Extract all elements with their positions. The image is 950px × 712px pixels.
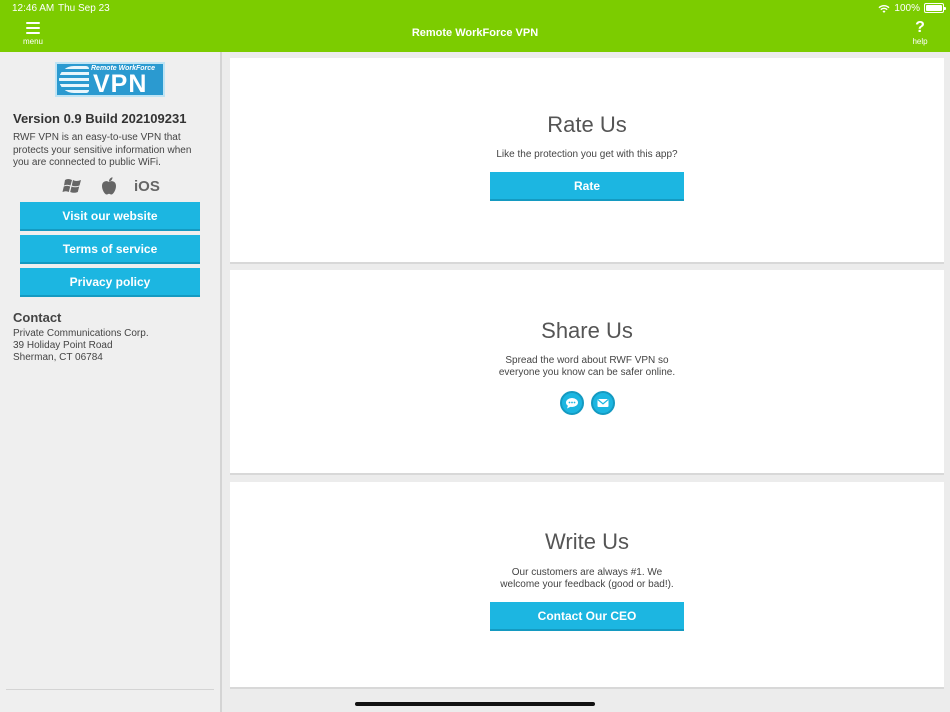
- write-us-title: Write Us: [545, 529, 629, 554]
- rate-us-card: Rate Us Like the protection you get with…: [230, 58, 944, 264]
- privacy-policy-button[interactable]: Privacy policy: [20, 268, 200, 297]
- sidebar: Remote WorkForce VPN Version 0.9 Build 2…: [0, 52, 222, 712]
- contact-ceo-button[interactable]: Contact Our CEO: [490, 602, 684, 631]
- windows-icon: [62, 179, 81, 193]
- write-us-text-line1: Our customers are always #1. We: [511, 567, 663, 578]
- app-description: RWF VPN is an easy-to-use VPN that prote…: [13, 132, 192, 168]
- visit-website-button[interactable]: Visit our website: [20, 202, 200, 231]
- status-right: 100%: [878, 3, 920, 14]
- message-share-button[interactable]: [559, 391, 584, 415]
- message-icon: [565, 398, 578, 409]
- logo-main-text: VPN: [93, 70, 148, 98]
- mail-icon: [596, 399, 609, 407]
- share-us-card: Share Us Spread the word about RWF VPN s…: [230, 270, 944, 475]
- share-us-title: Share Us: [541, 318, 633, 343]
- app-logo: Remote WorkForce VPN: [55, 62, 165, 98]
- terms-of-service-button[interactable]: Terms of service: [20, 235, 200, 264]
- contact-company: Private Communications Corp.: [13, 328, 149, 339]
- rate-us-text: Like the protection you get with this ap…: [496, 149, 678, 160]
- wifi-icon: [878, 4, 890, 13]
- rate-button[interactable]: Rate: [490, 172, 684, 201]
- help-label: help: [912, 37, 928, 46]
- share-us-text-line2: everyone you know can be safer online.: [498, 367, 676, 378]
- share-us-text-line1: Spread the word about RWF VPN so: [505, 355, 669, 366]
- status-bar: 12:46 AM Thu Sep 23 100%: [0, 0, 950, 16]
- share-icons: [230, 391, 944, 415]
- version-text: Version 0.9 Build 202109231: [13, 111, 187, 126]
- app-title: Remote WorkForce VPN: [411, 27, 539, 39]
- apple-icon: [102, 177, 116, 195]
- battery-percent: 100%: [894, 3, 920, 14]
- top-bar: 12:46 AM Thu Sep 23 100% menu Remote Wor…: [0, 0, 950, 52]
- divider: [6, 689, 214, 690]
- ios-label: iOS: [134, 177, 160, 195]
- contact-city: Sherman, CT 06784: [13, 352, 103, 363]
- home-indicator[interactable]: [355, 702, 595, 706]
- write-us-text-line2: welcome your feedback (good or bad!).: [500, 579, 674, 590]
- rate-us-title: Rate Us: [547, 112, 627, 137]
- status-time: 12:46 AM: [12, 3, 55, 14]
- battery-icon: [924, 3, 946, 13]
- contact-street: 39 Holiday Point Road: [13, 340, 113, 351]
- contact-heading: Contact: [13, 310, 62, 325]
- globe-icon: [59, 66, 89, 93]
- mail-share-button[interactable]: [590, 391, 615, 415]
- help-button[interactable]: ? help: [910, 19, 930, 47]
- write-us-card: Write Us Our customers are always #1. We…: [230, 482, 944, 689]
- platform-icons: iOS: [62, 176, 160, 196]
- status-date: Thu Sep 23: [58, 3, 110, 14]
- help-icon: ?: [915, 19, 925, 36]
